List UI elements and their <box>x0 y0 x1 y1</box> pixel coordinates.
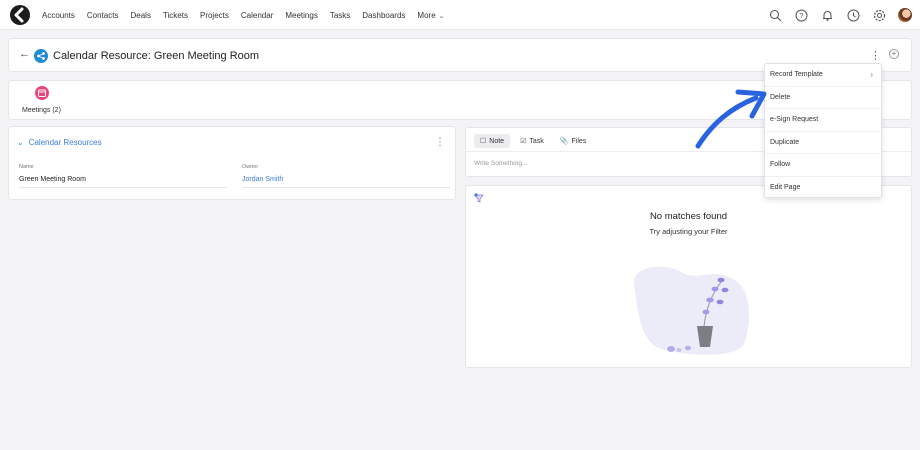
chevron-right-icon: › <box>870 70 873 79</box>
menu-item-label: Delete <box>770 93 791 101</box>
nav-dashboards[interactable]: Dashboards <box>362 11 405 20</box>
field-label: Name <box>19 164 34 170</box>
svg-text:?: ? <box>799 13 803 20</box>
page-title: Calendar Resource: Green Meeting Room <box>53 50 260 62</box>
section-title: Calendar Resources <box>28 138 102 147</box>
top-navigation-bar: Accounts Contacts Deals Tickets Projects… <box>0 0 920 30</box>
nav-more-label: More <box>417 10 436 20</box>
field-value: Green Meeting Room <box>19 176 86 183</box>
name-field[interactable]: Name Green Meeting Room <box>19 164 227 188</box>
tab-note[interactable]: ☐ Note <box>474 134 511 148</box>
tab-label: Files <box>571 137 587 145</box>
nav-more[interactable]: More ⌄ <box>417 11 444 20</box>
nav-calendar[interactable]: Calendar <box>241 11 273 20</box>
chevron-down-icon: ⌄ <box>17 138 24 147</box>
meetings-related-label[interactable]: Meetings (2) <box>22 107 61 114</box>
nav-tasks[interactable]: Tasks <box>330 11 350 20</box>
more-options-icon[interactable]: ⋮ <box>870 49 881 62</box>
nav-meetings[interactable]: Meetings <box>285 11 317 20</box>
empty-state-title: No matches found <box>649 211 728 222</box>
tab-label: Task <box>529 137 544 145</box>
nav-icons: ? <box>758 6 912 24</box>
bell-icon[interactable] <box>818 6 836 24</box>
menu-item-label: Duplicate <box>770 138 800 146</box>
search-icon[interactable] <box>766 6 784 24</box>
back-arrow-icon[interactable]: ← <box>19 48 30 60</box>
nav-contacts[interactable]: Contacts <box>87 11 119 20</box>
section-header[interactable]: ⌄ Calendar Resources <box>17 138 102 147</box>
paperclip-icon: 📎 <box>559 138 569 145</box>
app-logo[interactable] <box>10 5 30 25</box>
note-input[interactable]: Write Something... <box>474 160 527 167</box>
menu-item-record-template[interactable]: Record Template › <box>765 64 881 87</box>
plant-illustration <box>633 266 750 355</box>
clock-icon[interactable] <box>844 6 862 24</box>
tab-label: Note <box>489 137 505 145</box>
field-label: Owner <box>242 164 259 170</box>
menu-item-label: Follow <box>770 161 791 168</box>
menu-item-follow[interactable]: Follow <box>765 154 881 177</box>
menu-item-label: Record Template <box>770 71 823 78</box>
checkbox-icon: ☑ <box>520 138 527 145</box>
nav-projects[interactable]: Projects <box>200 11 229 20</box>
activity-feed: No matches found Try adjusting your Filt… <box>465 185 912 368</box>
chevron-down-icon: ⌄ <box>438 12 445 20</box>
annotation-arrow <box>695 89 767 149</box>
tab-task[interactable]: ☑ Task <box>514 134 550 148</box>
nav-links: Accounts Contacts Deals Tickets Projects… <box>42 0 457 30</box>
bookmark-icon: ☐ <box>480 138 487 145</box>
owner-field[interactable]: Owner Jordan Smith <box>242 164 450 188</box>
menu-item-edit-page[interactable]: Edit Page <box>765 177 881 200</box>
more-options-menu: Record Template › Delete e-Sign Request D… <box>764 63 882 198</box>
avatar[interactable] <box>898 8 912 22</box>
menu-item-esign-request[interactable]: e-Sign Request <box>765 109 881 132</box>
menu-item-duplicate[interactable]: Duplicate <box>765 132 881 154</box>
filter-icon[interactable] <box>474 193 484 203</box>
help-icon[interactable]: ? <box>792 6 810 24</box>
menu-item-label: Edit Page <box>770 183 801 191</box>
calendar-resource-icon <box>34 49 48 63</box>
add-icon[interactable]: + <box>889 49 899 59</box>
calendar-resources-section: ⌄ Calendar Resources ⋮ Name Green Meeting… <box>8 126 456 200</box>
nav-deals[interactable]: Deals <box>130 11 150 20</box>
menu-item-label: e-Sign Request <box>770 116 819 123</box>
nav-accounts[interactable]: Accounts <box>42 11 75 20</box>
nav-tickets[interactable]: Tickets <box>163 11 188 20</box>
menu-item-delete[interactable]: Delete <box>765 87 881 109</box>
owner-link[interactable]: Jordan Smith <box>242 176 450 183</box>
composer-tabs: ☐ Note ☑ Task 📎 Files <box>474 134 596 148</box>
gear-icon[interactable] <box>870 6 888 24</box>
meetings-calendar-icon[interactable] <box>35 86 49 100</box>
empty-state-subtitle: Try adjusting your Filter <box>649 227 728 236</box>
section-options-icon[interactable]: ⋮ <box>435 137 445 148</box>
tab-files[interactable]: 📎 Files <box>554 134 593 148</box>
